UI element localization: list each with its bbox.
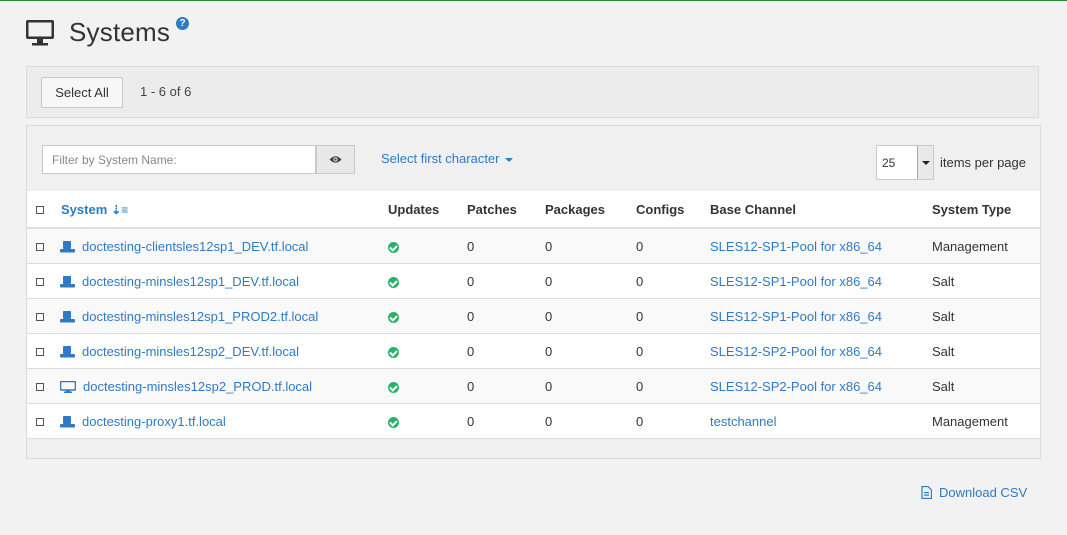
- column-base-channel: Base Channel: [710, 191, 932, 229]
- configs-count: 0: [636, 298, 710, 334]
- patches-count: 0: [467, 228, 545, 264]
- system-type: Management: [932, 228, 1040, 264]
- patches-count: 0: [467, 263, 545, 299]
- page-title: Systems: [69, 16, 171, 47]
- column-updates: Updates: [388, 191, 467, 229]
- table-row: doctesting-minsles12sp2_PROD.tf.local 0 …: [27, 368, 1040, 404]
- items-per-page-select[interactable]: 25: [876, 145, 934, 180]
- result-range: 1 - 6 of 6: [140, 84, 192, 99]
- system-type: Salt: [932, 368, 1040, 404]
- column-patches: Patches: [467, 191, 545, 229]
- configs-count: 0: [636, 368, 710, 404]
- check-circle-icon: [388, 416, 399, 428]
- row-checkbox[interactable]: [36, 277, 44, 286]
- systems-panel: Select first character 25 items per page…: [26, 125, 1041, 459]
- server-icon: [60, 241, 75, 253]
- caret-down-icon: [504, 157, 513, 162]
- system-name-link[interactable]: doctesting-proxy1.tf.local: [82, 414, 226, 429]
- column-system-type: System Type: [932, 191, 1040, 229]
- check-circle-icon: [388, 241, 399, 253]
- check-circle-icon: [388, 311, 399, 323]
- table-header-row: System ⇣≡ Updates Patches Packages Config…: [27, 191, 1040, 229]
- sort-alpha-asc-icon: ⇣≡: [111, 202, 129, 217]
- table-row: doctesting-minsles12sp1_DEV.tf.local 0 0…: [27, 263, 1040, 299]
- configs-count: 0: [636, 228, 710, 264]
- desktop-monitor-icon: [26, 20, 54, 46]
- column-system[interactable]: System ⇣≡: [55, 191, 388, 229]
- packages-count: 0: [545, 333, 636, 369]
- system-name-link[interactable]: doctesting-clientsles12sp1_DEV.tf.local: [82, 239, 308, 254]
- configs-count: 0: [636, 263, 710, 299]
- table-row: doctesting-minsles12sp1_PROD2.tf.local 0…: [27, 298, 1040, 334]
- packages-count: 0: [545, 403, 636, 439]
- select-all-checkbox[interactable]: [36, 205, 44, 214]
- base-channel-link[interactable]: SLES12-SP1-Pool for x86_64: [710, 309, 882, 324]
- download-csv-label: Download CSV: [939, 485, 1028, 500]
- desktop-icon: [60, 381, 76, 394]
- row-checkbox[interactable]: [36, 242, 44, 251]
- system-type: Salt: [932, 263, 1040, 299]
- system-type: Salt: [932, 333, 1040, 369]
- row-checkbox[interactable]: [36, 312, 44, 321]
- first-character-dropdown[interactable]: Select first character: [381, 151, 513, 166]
- patches-count: 0: [467, 403, 545, 439]
- first-character-label: Select first character: [381, 151, 500, 166]
- base-channel-link[interactable]: SLES12-SP2-Pool for x86_64: [710, 344, 882, 359]
- configs-count: 0: [636, 403, 710, 439]
- system-type: Salt: [932, 298, 1040, 334]
- configs-count: 0: [636, 333, 710, 369]
- check-circle-icon: [388, 276, 399, 288]
- items-per-page-value: 25: [882, 156, 896, 170]
- system-name-link[interactable]: doctesting-minsles12sp1_DEV.tf.local: [82, 274, 299, 289]
- row-checkbox[interactable]: [36, 417, 44, 426]
- top-border: [0, 0, 1067, 1]
- page-header: Systems ?: [25, 14, 190, 50]
- systems-table: System ⇣≡ Updates Patches Packages Config…: [27, 191, 1040, 439]
- column-configs: Configs: [636, 191, 710, 229]
- system-name-link[interactable]: doctesting-minsles12sp2_PROD.tf.local: [83, 379, 312, 394]
- patches-count: 0: [467, 298, 545, 334]
- system-type: Management: [932, 403, 1040, 439]
- base-channel-link[interactable]: testchannel: [710, 414, 777, 429]
- row-checkbox[interactable]: [36, 382, 44, 391]
- system-name-link[interactable]: doctesting-minsles12sp2_DEV.tf.local: [82, 344, 299, 359]
- base-channel-link[interactable]: SLES12-SP1-Pool for x86_64: [710, 239, 882, 254]
- check-circle-icon: [388, 381, 399, 393]
- patches-count: 0: [467, 368, 545, 404]
- server-icon: [60, 276, 75, 288]
- question-circle-icon[interactable]: ?: [176, 16, 190, 30]
- system-name-link[interactable]: doctesting-minsles12sp1_PROD2.tf.local: [82, 309, 318, 324]
- items-per-page-label: items per page: [940, 155, 1026, 170]
- system-name-filter-input[interactable]: [42, 145, 316, 174]
- server-icon: [60, 346, 75, 358]
- server-icon: [60, 311, 75, 323]
- table-row: doctesting-clientsles12sp1_DEV.tf.local …: [27, 228, 1040, 264]
- row-checkbox[interactable]: [36, 347, 44, 356]
- table-row: doctesting-minsles12sp2_DEV.tf.local 0 0…: [27, 333, 1040, 369]
- packages-count: 0: [545, 263, 636, 299]
- packages-count: 0: [545, 368, 636, 404]
- eye-icon: [329, 156, 342, 163]
- check-circle-icon: [388, 346, 399, 358]
- base-channel-link[interactable]: SLES12-SP1-Pool for x86_64: [710, 274, 882, 289]
- packages-count: 0: [545, 298, 636, 334]
- filter-toggle-button[interactable]: [316, 145, 355, 174]
- column-packages: Packages: [545, 191, 636, 229]
- select-all-button[interactable]: Select All: [41, 77, 123, 108]
- table-row: doctesting-proxy1.tf.local 0 0 0 testcha…: [27, 403, 1040, 439]
- file-csv-icon: [921, 486, 932, 499]
- dropdown-arrow-icon: [917, 146, 933, 179]
- download-csv-link[interactable]: Download CSV: [921, 485, 1027, 500]
- patches-count: 0: [467, 333, 545, 369]
- packages-count: 0: [545, 228, 636, 264]
- selection-toolbar: Select All 1 - 6 of 6: [26, 66, 1039, 118]
- table-body: doctesting-clientsles12sp1_DEV.tf.local …: [27, 228, 1040, 439]
- server-icon: [60, 416, 75, 428]
- base-channel-link[interactable]: SLES12-SP2-Pool for x86_64: [710, 379, 882, 394]
